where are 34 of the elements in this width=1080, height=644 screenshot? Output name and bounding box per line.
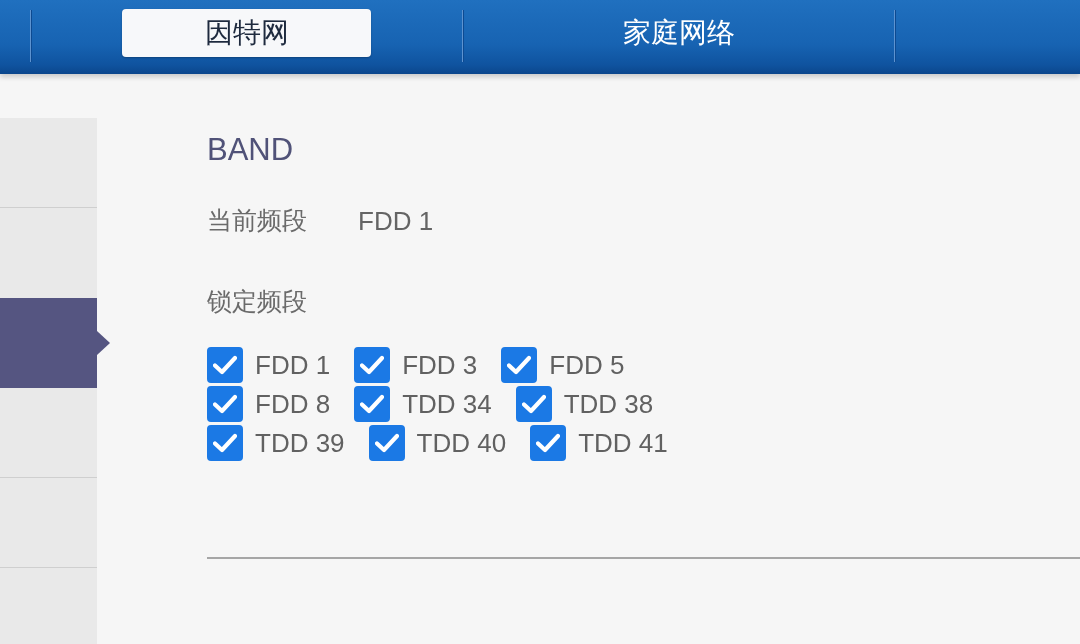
checkbox-label: TDD 38 (563, 389, 654, 419)
checkbox[interactable] (515, 386, 552, 422)
checkbox[interactable] (368, 425, 405, 461)
checkbox[interactable] (207, 347, 243, 383)
checkbox[interactable] (501, 347, 538, 383)
checkbox[interactable] (207, 425, 243, 461)
checkbox-label: FDD 8 (255, 389, 331, 419)
field-value: FDD 1 (358, 206, 434, 236)
check-icon (213, 355, 237, 375)
field-label: 锁定频段 (207, 287, 308, 317)
check-icon (360, 394, 385, 414)
checkbox[interactable] (354, 347, 391, 383)
checkbox[interactable] (207, 386, 243, 422)
check-icon (213, 433, 237, 453)
pointer-icon (97, 331, 110, 355)
checkbox-label: TDD 34 (402, 389, 492, 419)
checkbox-label: FDD 1 (255, 350, 331, 380)
section-title: BAND (207, 132, 295, 168)
checkbox-label: TDD 40 (416, 428, 507, 458)
checkbox[interactable] (354, 386, 391, 422)
tab[interactable]: 因特网 (122, 9, 371, 57)
check-icon (360, 355, 385, 375)
checkbox-label: TDD 39 (255, 428, 345, 458)
tab[interactable]: 家庭网络 (554, 9, 803, 57)
check-icon (536, 433, 561, 453)
check-icon (507, 355, 532, 375)
check-icon (213, 394, 237, 414)
checkbox-label: TDD 41 (578, 428, 668, 458)
check-icon (521, 394, 546, 414)
checkbox[interactable] (530, 425, 567, 461)
checkbox-label: FDD 3 (402, 350, 478, 380)
check-icon (374, 433, 399, 453)
checkbox-label: FDD 5 (549, 350, 625, 380)
field-label: 当前频段 (207, 206, 308, 236)
